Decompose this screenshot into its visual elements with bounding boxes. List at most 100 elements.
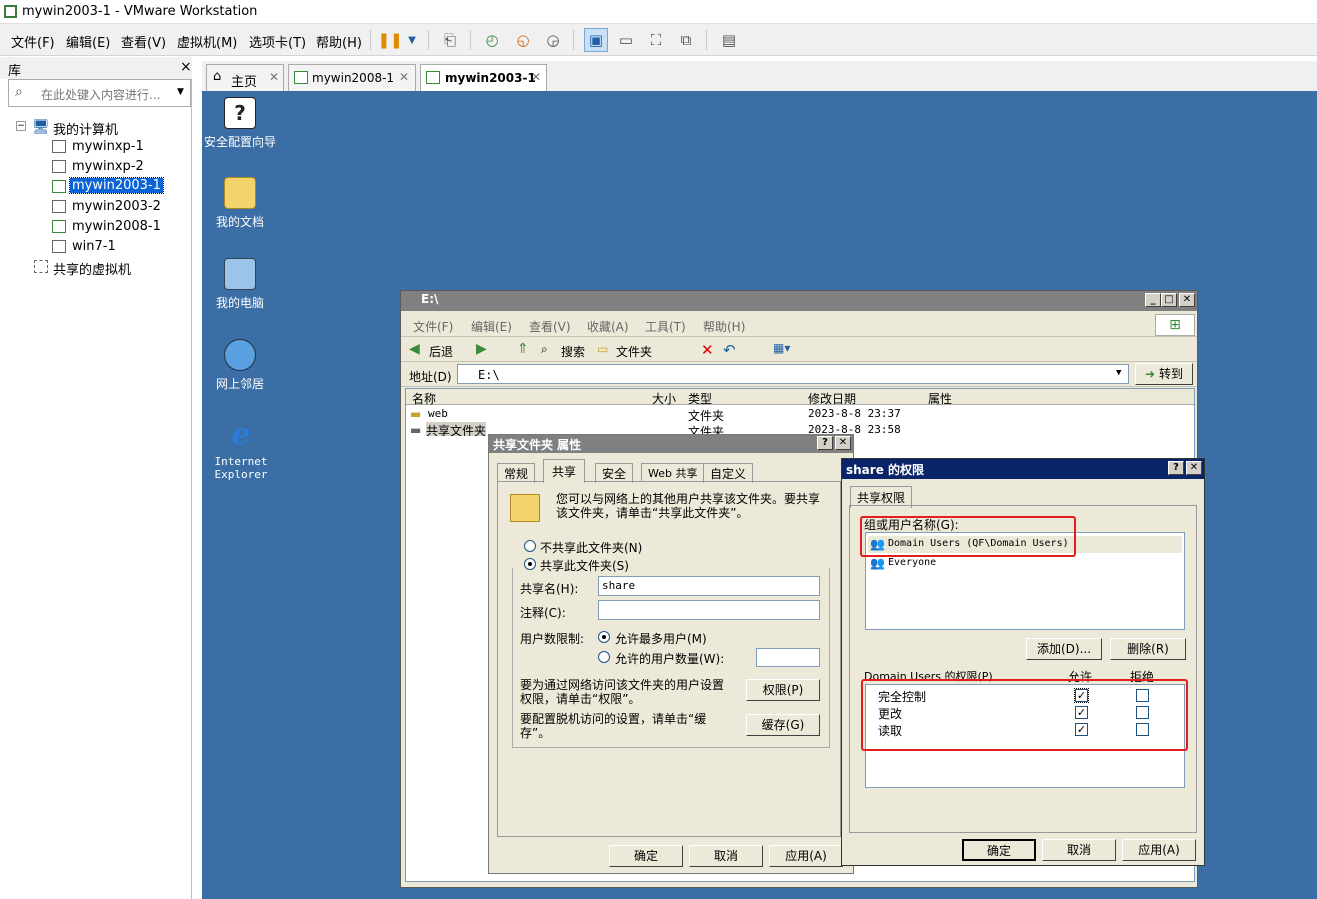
tree-vm-mywinxp-1[interactable]: mywinxp-1 xyxy=(72,139,144,154)
console-view-icon[interactable]: ▤ xyxy=(717,28,741,52)
tab-home[interactable]: ⌂ 主页 ✕ xyxy=(206,64,284,91)
menu-tabs[interactable]: 选项卡(T) xyxy=(249,32,306,51)
thumbnail-bar-icon[interactable]: ▭ xyxy=(614,28,638,52)
add-button[interactable]: 添加(D)... xyxy=(1026,638,1102,660)
tab-general[interactable]: 常规 xyxy=(497,463,536,483)
close-icon[interactable]: ✕ xyxy=(835,436,851,450)
apply-button[interactable]: 应用(A) xyxy=(769,845,843,867)
dropdown-arrow-icon[interactable]: ▼ xyxy=(400,28,424,52)
tab-customize[interactable]: 自定义 xyxy=(703,463,754,483)
tab-web-sharing[interactable]: Web 共享 xyxy=(641,463,705,482)
tree-my-computer[interactable]: 我的计算机 xyxy=(53,119,118,138)
cancel-button[interactable]: 取消 xyxy=(1042,839,1116,861)
no-share-radio[interactable] xyxy=(524,540,536,552)
tree-vm-mywinxp-2[interactable]: mywinxp-2 xyxy=(72,159,144,174)
annotation-highlight-users xyxy=(860,516,1076,557)
ok-button[interactable]: 确定 xyxy=(609,845,683,867)
column-type[interactable]: 类型 xyxy=(688,390,712,407)
max-users-radio[interactable] xyxy=(598,631,610,643)
menu-view[interactable]: 查看(V) xyxy=(121,32,166,51)
tree-collapse-icon[interactable]: − xyxy=(16,121,26,131)
allowed-users-radio[interactable] xyxy=(598,651,610,663)
column-size[interactable]: 大小 xyxy=(652,390,676,407)
undo-icon[interactable]: ↶ xyxy=(723,341,736,359)
tab-mywin2003-1[interactable]: mywin2003-1 ✕ xyxy=(420,64,547,91)
maximize-icon[interactable]: □ xyxy=(1161,293,1177,307)
back-button-label[interactable]: 后退 xyxy=(429,343,453,360)
list-item[interactable]: 👥 Everyone xyxy=(868,555,1182,572)
fullscreen-icon[interactable]: ⛶ xyxy=(644,28,668,52)
tree-vm-mywin2003-2[interactable]: mywin2003-2 xyxy=(72,199,161,214)
help-icon[interactable]: ? xyxy=(1168,461,1184,475)
desktop-icon-my-computer[interactable]: 我的电脑 xyxy=(202,258,278,311)
apply-button[interactable]: 应用(A) xyxy=(1122,839,1196,861)
column-attributes[interactable]: 属性 xyxy=(928,390,952,407)
comment-input[interactable] xyxy=(598,600,820,620)
tab-label: mywin2008-1 xyxy=(312,71,395,85)
close-icon[interactable]: ✕ xyxy=(269,70,279,84)
menu-edit[interactable]: 编辑(E) xyxy=(66,32,110,51)
permissions-button[interactable]: 权限(P) xyxy=(746,679,820,701)
ok-button[interactable]: 确定 xyxy=(962,839,1036,861)
desktop-icon-my-documents[interactable]: 我的文档 xyxy=(202,177,278,230)
go-button[interactable]: ➜ 转到 xyxy=(1135,363,1193,385)
allowed-users-stepper[interactable] xyxy=(756,648,820,667)
share-name-input[interactable]: share xyxy=(598,576,820,596)
snapshot-manager-icon[interactable]: ◶ xyxy=(541,28,565,52)
minimize-icon[interactable]: _ xyxy=(1145,293,1161,307)
search-button-label[interactable]: 搜索 xyxy=(561,343,585,360)
revert-snapshot-icon[interactable]: ◵ xyxy=(511,28,535,52)
snapshot-icon[interactable]: ◴ xyxy=(480,28,504,52)
tree-vm-win7-1[interactable]: win7-1 xyxy=(72,239,116,254)
help-icon[interactable]: ? xyxy=(817,436,833,450)
cancel-button[interactable]: 取消 xyxy=(689,845,763,867)
desktop-icon-security-wizard[interactable]: ? 安全配置向导 xyxy=(202,97,278,150)
close-icon[interactable]: ✕ xyxy=(531,70,541,84)
chevron-down-icon[interactable]: ▼ xyxy=(1116,368,1121,378)
explorer-menu-help[interactable]: 帮助(H) xyxy=(703,318,745,335)
folders-button-label[interactable]: 文件夹 xyxy=(616,343,652,360)
folders-icon[interactable]: ▭ xyxy=(597,342,608,356)
address-input[interactable]: E:\ ▼ xyxy=(457,364,1129,384)
explorer-menu-view[interactable]: 查看(V) xyxy=(529,318,571,335)
tree-shared-vms[interactable]: 共享的虚拟机 xyxy=(53,259,131,278)
explorer-menu-edit[interactable]: 编辑(E) xyxy=(471,318,512,335)
tab-security[interactable]: 安全 xyxy=(595,463,634,483)
remove-button[interactable]: 删除(R) xyxy=(1110,638,1186,660)
caching-button[interactable]: 缓存(G) xyxy=(746,714,820,736)
delete-icon[interactable]: ✕ xyxy=(701,341,714,359)
table-row[interactable]: ▬ web 文件夹 2023-8-8 23:37 xyxy=(406,406,1194,423)
library-search-input[interactable]: ⌕ 在此处键入内容进行... ▼ xyxy=(8,79,191,107)
back-icon[interactable]: ◀ xyxy=(409,341,420,357)
column-modified[interactable]: 修改日期 xyxy=(808,390,856,407)
show-library-icon[interactable]: ▣ xyxy=(584,28,608,52)
tab-mywin2008-1[interactable]: mywin2008-1 ✕ xyxy=(288,64,416,91)
menu-vm[interactable]: 虚拟机(M) xyxy=(177,32,237,51)
chevron-down-icon[interactable]: ▼ xyxy=(177,87,184,97)
up-folder-icon[interactable]: ⇑ xyxy=(517,341,529,357)
close-icon[interactable]: × xyxy=(180,59,192,75)
close-icon[interactable]: ✕ xyxy=(1179,293,1195,307)
forward-icon[interactable]: ▶ xyxy=(476,341,487,357)
views-icon[interactable]: ▦▾ xyxy=(773,341,790,355)
explorer-menu-file[interactable]: 文件(F) xyxy=(413,318,453,335)
permissions-description: 要为通过网络访问该文件夹的用户设置权限，请单击“权限”。 xyxy=(520,678,725,706)
explorer-menu-favorites[interactable]: 收藏(A) xyxy=(587,318,629,335)
column-name[interactable]: 名称 xyxy=(412,390,436,407)
tree-vm-mywin2008-1[interactable]: mywin2008-1 xyxy=(72,219,161,234)
desktop-icon-network[interactable]: 网上邻居 xyxy=(202,339,278,392)
search-icon: ⌕ xyxy=(15,84,23,100)
close-icon[interactable]: ✕ xyxy=(1186,461,1202,475)
desktop-icon-ie[interactable]: e Internet Explorer xyxy=(202,419,280,482)
explorer-menu-tools[interactable]: 工具(T) xyxy=(645,318,686,335)
pause-icon[interactable]: ❚❚ xyxy=(377,28,402,52)
menu-help[interactable]: 帮助(H) xyxy=(316,32,362,51)
close-icon[interactable]: ✕ xyxy=(399,70,409,84)
unity-icon[interactable]: ⧉ xyxy=(674,28,698,52)
tree-vm-mywin2003-1[interactable]: mywin2003-1 xyxy=(69,177,164,194)
search-placeholder: 在此处键入内容进行... xyxy=(41,88,161,102)
search-icon[interactable]: ⌕ xyxy=(541,342,548,357)
tab-sharing[interactable]: 共享 xyxy=(543,459,586,483)
menu-file[interactable]: 文件(F) xyxy=(11,32,55,51)
send-keys-icon[interactable]: ⎗ xyxy=(438,28,462,52)
